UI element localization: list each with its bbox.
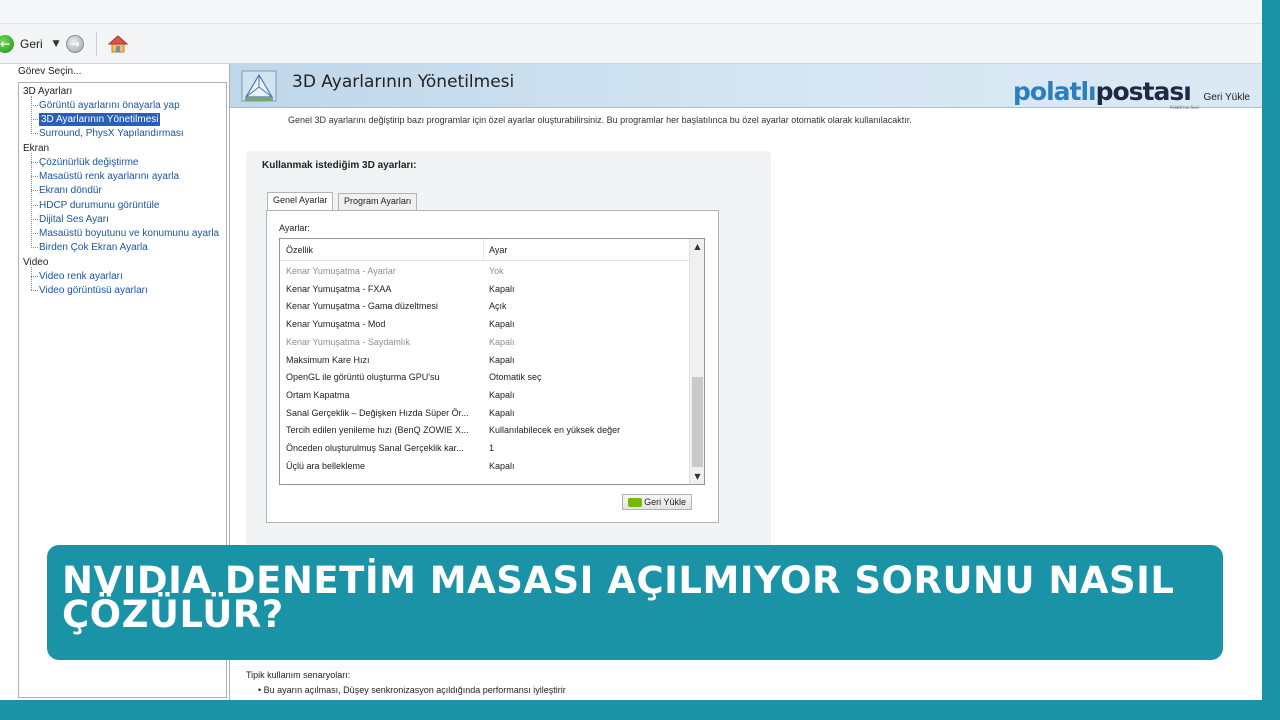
tab-program-settings[interactable]: Program Ayarları <box>338 193 418 210</box>
watermark-logo: polatlıpostası <box>1013 77 1192 106</box>
sidebar-item-image-presets[interactable]: Görüntü ayarlarını önayarla yap <box>31 99 180 112</box>
page-banner: 3D Ayarlarının Yönetilmesi Geri Yükle po… <box>230 64 1262 110</box>
chevron-down-icon[interactable]: ▼ <box>53 39 60 49</box>
feature-cell: Üçlü ara bellekleme <box>286 460 366 471</box>
table-row[interactable]: Sanal Gerçeklik – Değişken Hızda Süper Ö… <box>280 404 690 422</box>
sidebar-item-manage-3d[interactable]: 3D Ayarlarının Yönetilmesi <box>30 113 161 126</box>
sidebar-category-video[interactable]: Video <box>23 256 48 269</box>
table-header: Özellik Ayar <box>280 239 690 261</box>
feature-cell: Kenar Yumuşatma - Mod <box>286 319 386 330</box>
usage-item: • Bu ayarın açılması, Düşey senkronizasy… <box>258 685 566 695</box>
settings-table: Özellik Ayar Kenar Yumuşatma - Ayarlar Yo… <box>279 238 705 485</box>
sidebar-item-video-image[interactable]: Video görüntüsü ayarları <box>31 284 148 297</box>
home-icon <box>107 34 128 52</box>
feature-cell: Kenar Yumuşatma - Ayarlar <box>286 266 396 276</box>
scroll-thumb[interactable] <box>692 377 703 467</box>
tab-panel: Ayarlar: Özellik Ayar Kenar Yumuşatma - … <box>266 210 719 523</box>
forward-button[interactable]: → <box>65 34 84 53</box>
feature-cell: OpenGL ile görüntü oluşturma GPU'su <box>286 372 440 383</box>
scroll-down-icon[interactable]: ▼ <box>690 469 705 484</box>
table-row[interactable]: Ortam Kapatma Kapalı <box>280 386 690 404</box>
setting-cell[interactable]: Yok <box>489 266 504 276</box>
setting-cell[interactable]: Kapalı <box>489 319 515 329</box>
table-row[interactable]: Kenar Yumuşatma - Gama düzeltmesi Açık <box>280 297 690 315</box>
tree-connector <box>31 96 32 134</box>
setting-cell[interactable]: 1 <box>489 443 494 453</box>
sidebar-category-3d[interactable]: 3D Ayarları <box>23 85 72 98</box>
table-row[interactable]: Üçlü ara bellekleme Kapalı <box>280 457 690 475</box>
setting-cell[interactable]: Kapalı <box>489 461 515 471</box>
settings-group: Kullanmak istediğim 3D ayarları: Genel A… <box>246 151 771 600</box>
toolbar-divider <box>95 31 97 56</box>
menu-bar <box>0 0 1262 24</box>
setting-cell[interactable]: Kapalı <box>489 390 515 400</box>
table-row[interactable]: Kenar Yumuşatma - Ayarlar Yok <box>280 262 690 280</box>
sidebar-item-surround-physx[interactable]: Surround, PhysX Yapılandırması <box>31 127 184 140</box>
scroll-up-icon[interactable]: ▲ <box>690 239 705 254</box>
setting-cell[interactable]: Açık <box>489 301 507 311</box>
nvidia-icon <box>628 498 642 507</box>
column-divider <box>483 239 484 261</box>
page-description: Genel 3D ayarlarını değiştirip bazı prog… <box>288 115 912 125</box>
back-arrow-icon: ← <box>0 34 14 53</box>
feature-cell: Ortam Kapatma <box>286 389 350 400</box>
column-setting[interactable]: Ayar <box>489 245 507 255</box>
back-label: Geri <box>20 36 43 51</box>
sidebar-item-desktop-size[interactable]: Masaüstü boyutunu ve konumunu ayarla <box>30 227 219 240</box>
table-row[interactable]: Kenar Yumuşatma - Mod Kapalı <box>280 315 690 333</box>
home-button[interactable] <box>107 33 129 55</box>
task-header: Görev Seçin... <box>18 66 82 77</box>
sidebar-item-digital-audio[interactable]: Dijital Ses Ayarı <box>31 213 109 226</box>
table-row[interactable]: Tercih edilen yenileme hızı (BenQ ZOWIE … <box>280 421 690 439</box>
tree-connector <box>31 267 32 290</box>
table-row[interactable]: Kenar Yumuşatma - FXAA Kapalı <box>280 280 690 298</box>
table-row[interactable]: OpenGL ile görüntü oluşturma GPU'su Otoma… <box>280 368 690 386</box>
restore-button[interactable]: Geri Yükle <box>622 494 692 510</box>
restore-defaults-link[interactable]: Geri Yükle <box>1203 92 1250 103</box>
tab-global-settings[interactable]: Genel Ayarlar <box>267 192 334 211</box>
table-row[interactable]: Önceden oluşturulmuş Sanal Gerçeklik kar… <box>280 439 690 457</box>
sidebar-item-resolution[interactable]: Çözünürlük değiştirme <box>31 156 139 169</box>
sidebar-category-display[interactable]: Ekran <box>23 142 49 155</box>
usage-heading: Tipik kullanım senaryoları: <box>246 670 351 680</box>
setting-cell[interactable]: Kullanılabilecek en yüksek değer <box>489 425 620 435</box>
forward-arrow-icon: → <box>65 34 84 53</box>
watermark-tagline: Polatlı'nın Sesi <box>1170 105 1199 110</box>
column-feature[interactable]: Özellik <box>286 245 313 255</box>
sidebar-item-video-color[interactable]: Video renk ayarları <box>31 270 123 283</box>
sidebar-item-multiple-displays[interactable]: Birden Çok Ekran Ayarla <box>31 241 148 254</box>
group-label: Kullanmak istediğim 3D ayarları: <box>262 160 417 171</box>
3d-settings-icon <box>241 70 277 102</box>
setting-cell[interactable]: Kapalı <box>489 284 515 294</box>
toolbar: ← Geri ▼ → <box>0 24 1262 64</box>
sidebar-item-desktop-color[interactable]: Masaüstü renk ayarlarını ayarla <box>30 170 179 183</box>
sidebar-item-hdcp[interactable]: HDCP durumunu görüntüle <box>30 199 159 212</box>
feature-cell: Kenar Yumuşatma - Saydamlık <box>286 336 410 347</box>
feature-cell: Kenar Yumuşatma - FXAA <box>286 283 392 294</box>
feature-cell: Kenar Yumuşatma - Gama düzeltmesi <box>286 301 438 312</box>
setting-cell[interactable]: Kapalı <box>489 355 515 365</box>
setting-cell[interactable]: Kapalı <box>489 408 515 418</box>
headline-title: NVIDIA DENETİM MASASI AÇILMIYOR SORUNU N… <box>62 559 1175 636</box>
page-title: 3D Ayarlarının Yönetilmesi <box>292 72 515 92</box>
restore-button-label: Geri Yükle <box>644 497 686 507</box>
back-button[interactable]: ← Geri ▼ <box>0 34 60 53</box>
feature-cell: Önceden oluşturulmuş Sanal Gerçeklik kar… <box>286 443 464 453</box>
table-row[interactable]: Kenar Yumuşatma - Saydamlık Kapalı <box>280 333 690 351</box>
feature-cell: Tercih edilen yenileme hızı (BenQ ZOWIE … <box>286 425 469 436</box>
feature-cell: Maksimum Kare Hızı <box>286 354 370 365</box>
setting-cell[interactable]: Otomatik seç <box>489 372 542 382</box>
table-row[interactable]: Maksimum Kare Hızı Kapalı <box>280 351 690 369</box>
sidebar-item-rotate-display[interactable]: Ekranı döndür <box>31 184 102 197</box>
feature-cell: Sanal Gerçeklik – Değişken Hızda Süper Ö… <box>286 407 469 418</box>
setting-cell[interactable]: Kapalı <box>489 337 515 347</box>
settings-label: Ayarlar: <box>279 223 310 233</box>
vertical-scrollbar[interactable]: ▲ ▼ <box>689 239 704 484</box>
